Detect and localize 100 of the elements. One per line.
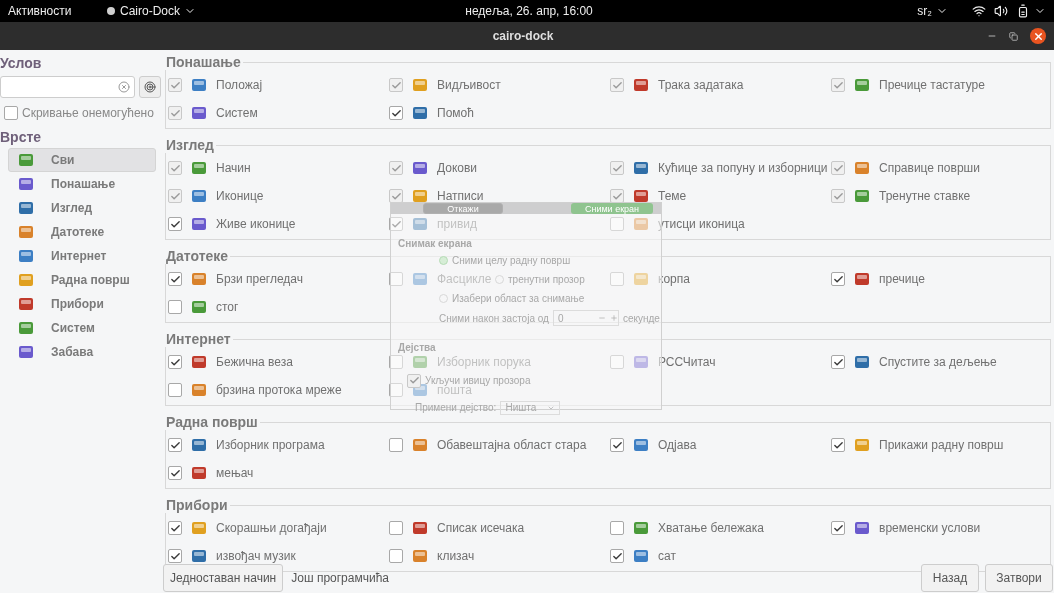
- checkbox[interactable]: [389, 383, 403, 397]
- checkbox[interactable]: [168, 300, 182, 314]
- applet-label: клизач: [437, 548, 475, 565]
- applet-label: Положај: [216, 77, 263, 94]
- close-button[interactable]: [1030, 28, 1046, 44]
- checkbox[interactable]: [389, 438, 403, 452]
- applet-label: стог: [216, 299, 239, 316]
- applet-icon: [17, 295, 35, 313]
- applet-icon: [190, 159, 208, 177]
- clock[interactable]: недеља, 26. апр, 16:00: [379, 2, 679, 20]
- applet-label: Справице површи: [879, 160, 980, 177]
- applet-label: Обавештајна област стара: [437, 437, 587, 454]
- applet-label: Помоћ: [437, 105, 474, 122]
- back-button[interactable]: Назад: [921, 563, 979, 592]
- applet-icon: [411, 353, 429, 371]
- close-window-button[interactable]: Затвори: [985, 563, 1053, 592]
- checkbox[interactable]: [389, 549, 403, 563]
- checkbox[interactable]: [4, 106, 18, 120]
- group-title: Интернет: [165, 331, 233, 347]
- applet-label: мењач: [216, 465, 254, 482]
- applet-icon: [17, 223, 35, 241]
- checkbox[interactable]: [168, 521, 182, 535]
- applet-icon: [190, 76, 208, 94]
- group-title: Радна површ: [165, 414, 260, 430]
- applet-icon: [17, 319, 35, 337]
- applet-icon: [190, 104, 208, 122]
- checkbox[interactable]: [831, 272, 845, 286]
- applet-icon: [411, 187, 429, 205]
- applet-icon: [853, 353, 871, 371]
- category-item[interactable]: Радна површ: [8, 268, 156, 292]
- category-item[interactable]: Систем: [8, 316, 156, 340]
- checkbox[interactable]: [610, 217, 624, 231]
- applet-icon: [190, 187, 208, 205]
- search-field[interactable]: [0, 76, 135, 98]
- applet-label: пречице: [879, 271, 925, 288]
- applet-icon: [853, 436, 871, 454]
- checkbox[interactable]: [831, 355, 845, 369]
- section-title: Дејства: [398, 341, 437, 355]
- applet-icon: [632, 436, 650, 454]
- applet-icon: [411, 104, 429, 122]
- checkbox[interactable]: [610, 272, 624, 286]
- category-item[interactable]: Понашање: [8, 172, 156, 196]
- checkbox[interactable]: [389, 217, 403, 231]
- checkbox[interactable]: [168, 438, 182, 452]
- applet-icon: [632, 270, 650, 288]
- more-applets-link[interactable]: Још програмчића: [291, 568, 389, 587]
- checkbox[interactable]: [168, 466, 182, 480]
- applet-label: сат: [658, 548, 676, 565]
- checkbox[interactable]: [610, 355, 624, 369]
- applet-label: Натписи: [437, 188, 484, 205]
- applet-label: корпа: [658, 271, 690, 288]
- applet-icon: [632, 519, 650, 537]
- checkbox[interactable]: [168, 272, 182, 286]
- checkbox[interactable]: [831, 521, 845, 535]
- section-title: Врсте: [0, 128, 43, 146]
- checkbox[interactable]: [610, 521, 624, 535]
- simple-mode-button[interactable]: Једноставан начин: [163, 563, 284, 592]
- volume-icon[interactable]: [994, 4, 1008, 18]
- keyboard-layout[interactable]: sr₂: [917, 2, 948, 20]
- checkbox-label: Скривање онемогућено: [22, 105, 154, 122]
- applet-icon: [17, 343, 35, 361]
- clear-icon[interactable]: [118, 81, 130, 93]
- applet-icon: [17, 247, 35, 265]
- radio-label: Изабери област за снимање: [452, 292, 585, 306]
- checkbox[interactable]: [168, 549, 182, 563]
- group-title: Прибори: [165, 497, 230, 513]
- applet-label: временски услови: [879, 520, 981, 537]
- category-item[interactable]: Интернет: [8, 244, 156, 268]
- checkbox[interactable]: [389, 106, 403, 120]
- applet-label: Скорашњи догађаји: [216, 520, 327, 537]
- checkbox[interactable]: [389, 521, 403, 535]
- checkbox[interactable]: [610, 549, 624, 563]
- applet-icon: [190, 215, 208, 233]
- applet-icon: [632, 215, 650, 233]
- applet-icon: [853, 187, 871, 205]
- category-item[interactable]: Прибори: [8, 292, 156, 316]
- applet-label: Систем: [216, 105, 258, 122]
- restore-icon[interactable]: [1009, 31, 1018, 41]
- applet-label: Трака задатака: [658, 77, 744, 94]
- category-item[interactable]: Сви: [8, 148, 156, 172]
- category-item[interactable]: Забава: [8, 340, 156, 364]
- checkbox[interactable]: [831, 438, 845, 452]
- section-title: Услов: [0, 54, 43, 72]
- checkbox[interactable]: [168, 383, 182, 397]
- app-menu[interactable]: Cairo-Dock: [106, 2, 196, 20]
- target-button[interactable]: [139, 76, 161, 98]
- checkbox[interactable]: [610, 438, 624, 452]
- wifi-icon[interactable]: [972, 4, 986, 18]
- category-item[interactable]: Датотеке: [8, 220, 156, 244]
- battery-icon[interactable]: [1016, 4, 1030, 18]
- checkbox[interactable]: [168, 355, 182, 369]
- close-icon: [1032, 30, 1044, 42]
- checkbox[interactable]: [389, 355, 403, 369]
- checkbox[interactable]: [168, 217, 182, 231]
- applet-label: утисци иконица: [658, 216, 745, 233]
- category-item[interactable]: Изглед: [8, 196, 156, 220]
- checkbox[interactable]: [389, 272, 403, 286]
- activities-button[interactable]: Активности: [8, 2, 98, 20]
- applet-icon: [17, 175, 35, 193]
- applet-icon: [190, 547, 208, 565]
